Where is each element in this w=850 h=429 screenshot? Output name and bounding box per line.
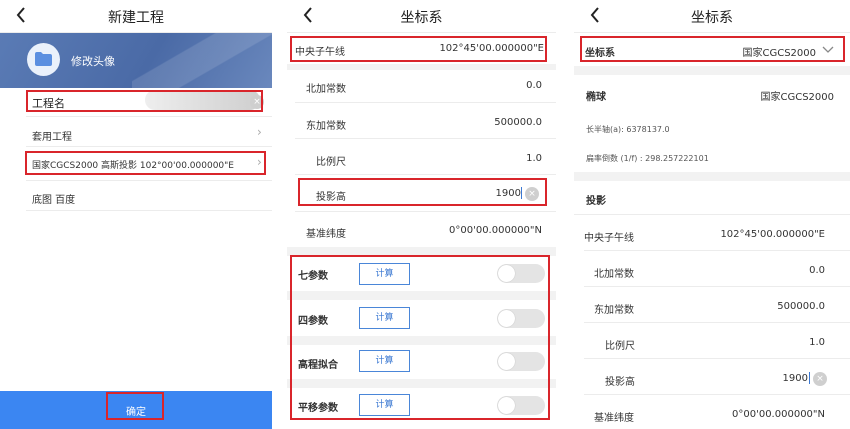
false-easting-value[interactable]: 500000.0 (777, 301, 825, 312)
ellipsoid-value: 国家CGCS2000 (760, 92, 834, 103)
highlight-projection-height (298, 178, 547, 206)
divider (26, 116, 272, 117)
avatar[interactable] (27, 43, 60, 76)
page-title: 新建工程 (108, 10, 164, 26)
projection-section-label: 投影 (586, 196, 606, 207)
false-northing-value[interactable]: 0.0 (809, 265, 825, 276)
divider (584, 358, 850, 359)
section-gap (574, 172, 850, 181)
scale-value[interactable]: 1.0 (809, 337, 825, 348)
projection-height-label: 投影高 (605, 377, 635, 388)
divider (295, 102, 556, 103)
section-gap (574, 66, 850, 75)
base-latitude-label: 基准纬度 (594, 413, 634, 424)
coordinate-system-screen-1: 坐标系 中央子午线 102°45'00.000000"E 北加常数 0.0 东加… (287, 0, 556, 429)
scale-value[interactable]: 1.0 (526, 153, 542, 164)
text-caret (809, 372, 810, 384)
highlight-central-meridian (290, 36, 547, 62)
page-title: 坐标系 (691, 10, 733, 26)
divider (295, 211, 556, 212)
highlight-coordinate-row (25, 151, 266, 175)
base-latitude-value[interactable]: 0°00'00.000000"N (449, 225, 542, 236)
divider (584, 322, 850, 323)
section-gap (287, 64, 556, 70)
divider (295, 138, 556, 139)
divider (584, 250, 850, 251)
false-easting-label: 东加常数 (306, 121, 346, 132)
false-easting-value[interactable]: 500000.0 (494, 117, 542, 128)
false-easting-label: 东加常数 (594, 305, 634, 316)
divider (584, 394, 850, 395)
folder-icon (35, 52, 52, 66)
divider (26, 180, 272, 181)
semi-major-axis: 长半轴(a): 6378137.0 (586, 125, 670, 134)
central-meridian-value[interactable]: 102°45'00.000000"E (720, 229, 825, 240)
central-meridian-label: 中央子午线 (584, 233, 634, 244)
avatar-banner[interactable]: 修改头像 (0, 33, 272, 88)
highlight-coord-system (580, 36, 845, 62)
divider (295, 174, 556, 175)
highlight-confirm (106, 392, 164, 420)
top-bar: 坐标系 (287, 0, 556, 33)
false-northing-label: 北加常数 (594, 269, 634, 280)
ellipsoid-label: 椭球 (586, 92, 606, 103)
false-northing-value[interactable]: 0.0 (526, 80, 542, 91)
false-northing-label: 北加常数 (306, 84, 346, 95)
highlight-parameters (290, 255, 550, 420)
top-bar: 坐标系 (574, 0, 850, 33)
inverse-flattening: 扁率倒数 (1/f) : 298.257222101 (586, 154, 709, 163)
divider (26, 146, 272, 147)
new-project-screen: 新建工程 修改头像 工程名 × 套用工程 › 国家CGCS2000 高斯投影 1… (0, 0, 272, 429)
basemap-label[interactable]: 底图 百度 (32, 191, 75, 206)
projection-height-input[interactable]: 1900 (783, 373, 808, 384)
divider (574, 214, 850, 215)
base-latitude-label: 基准纬度 (306, 229, 346, 240)
scale-label: 比例尺 (605, 341, 635, 352)
divider (26, 210, 272, 211)
divider (584, 286, 850, 287)
base-latitude-value[interactable]: 0°00'00.000000"N (732, 409, 825, 420)
change-avatar-label: 修改头像 (71, 55, 115, 68)
page-title: 坐标系 (400, 10, 443, 26)
clear-icon[interactable]: × (813, 372, 827, 386)
coordinate-system-screen-2: 坐标系 坐标系 国家CGCS2000 椭球 国家CGCS2000 长半轴(a):… (574, 0, 850, 429)
scale-label: 比例尺 (316, 157, 346, 168)
top-bar: 新建工程 (0, 0, 272, 33)
template-project-label[interactable]: 套用工程 (32, 128, 72, 143)
highlight-project-name (26, 90, 263, 112)
chevron-right-icon: › (257, 125, 262, 139)
